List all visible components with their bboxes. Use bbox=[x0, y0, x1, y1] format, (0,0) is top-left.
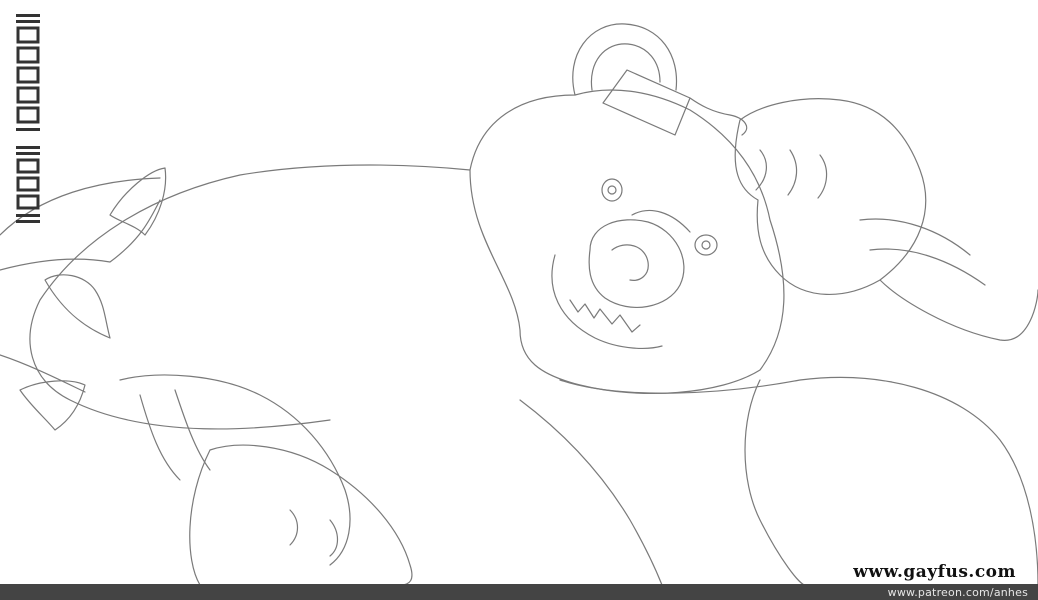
claw-3 bbox=[817, 154, 828, 199]
wrist-band-2 bbox=[174, 389, 211, 471]
bear-side bbox=[744, 379, 806, 586]
bear-left-eye bbox=[601, 178, 623, 202]
bear-nostril bbox=[611, 244, 649, 281]
bear-brow bbox=[631, 209, 691, 233]
left-claw-2 bbox=[329, 519, 339, 557]
left-claw-1 bbox=[289, 509, 299, 546]
bear-right-eye bbox=[694, 234, 718, 256]
bear-left-pupil bbox=[607, 185, 617, 195]
bear-mouth bbox=[551, 254, 663, 349]
bear-torso bbox=[29, 164, 471, 430]
arm-band-2 bbox=[869, 248, 986, 286]
bear-right-pupil bbox=[701, 240, 711, 250]
bear-belly bbox=[559, 376, 1038, 586]
bear-ear bbox=[572, 23, 678, 96]
bear-left-hand bbox=[189, 444, 413, 586]
bear-teeth bbox=[569, 299, 641, 333]
footer-bar: www.patreon.com/anhes bbox=[0, 584, 1038, 600]
bear-left-arm bbox=[119, 374, 351, 566]
vine-2 bbox=[0, 354, 86, 393]
bear-snout bbox=[588, 219, 685, 308]
artwork-canvas: www.gayfus.com www.patreon.com/anhes bbox=[0, 0, 1038, 600]
claw-1 bbox=[755, 149, 767, 191]
bear-chest-line bbox=[519, 399, 663, 586]
claw-2 bbox=[787, 149, 798, 196]
bear-right-arm bbox=[879, 279, 1038, 341]
patreon-link-text[interactable]: www.patreon.com/anhes bbox=[888, 586, 1028, 599]
bear-ear-inner bbox=[590, 43, 661, 91]
wrist-band bbox=[139, 394, 181, 481]
site-watermark: www.gayfus.com bbox=[853, 562, 1016, 582]
artist-signature bbox=[16, 14, 40, 223]
leaf-2 bbox=[44, 274, 111, 339]
bear-line-art bbox=[0, 23, 1038, 586]
